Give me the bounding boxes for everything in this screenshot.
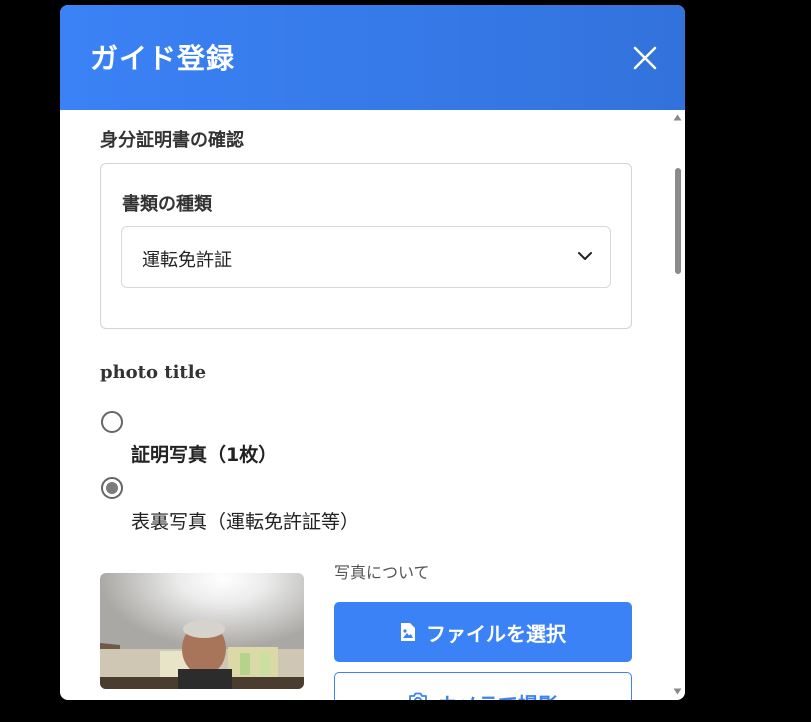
radio-id-photo-label: 証明写真（1枚） [131, 444, 278, 466]
select-file-button[interactable]: ファイルを選択 [334, 602, 632, 662]
close-button[interactable] [630, 43, 660, 73]
radio-front-back-photo[interactable] [101, 477, 123, 499]
photo-about-label: 写真について [334, 563, 430, 582]
camera-label: カメラで撮影 [438, 689, 558, 700]
scrollbar-thumb[interactable] [675, 168, 681, 274]
scroll-up-arrow-icon[interactable] [673, 114, 682, 121]
scroll-down-arrow-icon[interactable] [673, 688, 682, 695]
id-section-title: 身分証明書の確認 [100, 130, 244, 151]
vertical-scrollbar[interactable] [670, 110, 685, 700]
modal-header: ガイド登録 [60, 5, 685, 110]
photo-section-title: photo title [100, 362, 207, 383]
document-type-select[interactable]: 運転免許証 [121, 226, 611, 288]
document-type-card: 書類の種類 運転免許証 [100, 163, 632, 329]
close-icon [633, 46, 657, 70]
document-type-value: 運転免許証 [142, 250, 232, 271]
document-type-label: 書類の種類 [122, 194, 212, 215]
image-file-icon [401, 623, 415, 641]
modal-title: ガイド登録 [90, 42, 236, 75]
guide-registration-modal: ガイド登録 身分証明書の確認 書類の種類 運転免許証 photo title 証… [60, 5, 685, 700]
select-file-label: ファイルを選択 [426, 621, 566, 646]
photo-preview [100, 573, 304, 689]
modal-body[interactable]: 身分証明書の確認 書類の種類 運転免許証 photo title 証明写真（1枚… [60, 110, 670, 700]
radio-id-photo[interactable] [101, 411, 123, 433]
camera-button[interactable]: カメラで撮影 [334, 672, 632, 700]
camera-icon [409, 692, 427, 700]
radio-front-back-photo-label: 表裏写真（運転免許証等） [131, 511, 360, 533]
chevron-down-icon [578, 252, 592, 260]
